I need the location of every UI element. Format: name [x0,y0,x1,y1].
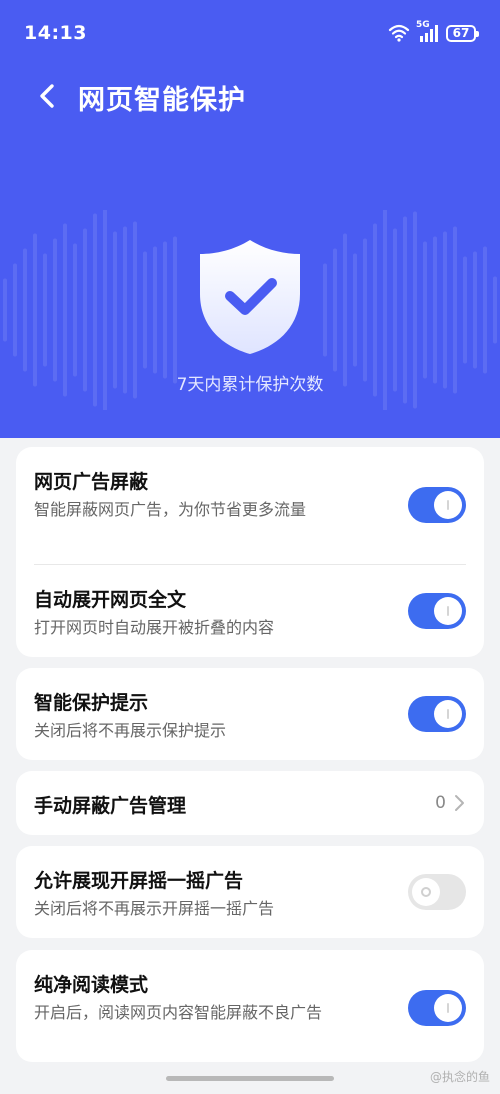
protection-count-caption: 7天内累计保护次数 [176,375,324,395]
back-button[interactable] [30,76,70,116]
settings-card-ads: 网页广告屏蔽 智能屏蔽网页广告，为你节省更多流量 自动展开网页全文 打开网页时自… [16,447,484,657]
setting-description: 开启后，阅读网页内容智能屏蔽不良广告 [34,1003,323,1022]
wifi-icon [388,24,410,42]
status-time: 14:13 [24,22,87,44]
setting-title: 自动展开网页全文 [34,589,187,611]
nav-bar: 网页智能保护 [0,70,500,120]
settings-card-pure-read: 纯净阅读模式 开启后，阅读网页内容智能屏蔽不良广告 [16,950,484,1062]
setting-title: 手动屏蔽广告管理 [34,795,187,817]
setting-row-ad-block[interactable]: 网页广告屏蔽 智能屏蔽网页广告，为你节省更多流量 [16,447,484,565]
watermark: @执念的鱼 [429,1070,490,1084]
setting-description: 关闭后将不再展示保护提示 [34,721,227,740]
setting-row-auto-expand[interactable]: 自动展开网页全文 打开网页时自动展开被折叠的内容 [16,565,484,657]
home-indicator[interactable] [166,1076,334,1081]
shield-check-icon [200,240,300,354]
settings-card-protect-tip: 智能保护提示 关闭后将不再展示保护提示 [16,668,484,760]
setting-row-pure-read[interactable]: 纯净阅读模式 开启后，阅读网页内容智能屏蔽不良广告 [16,950,484,1062]
setting-row-shake-ads[interactable]: 允许展现开屏摇一摇广告 关闭后将不再展示开屏摇一摇广告 [16,846,484,938]
settings-card-shake-ads: 允许展现开屏摇一摇广告 关闭后将不再展示开屏摇一摇广告 [16,846,484,938]
battery-icon: 67 [446,24,479,42]
setting-title: 允许展现开屏摇一摇广告 [34,870,244,892]
ad-block-toggle[interactable] [408,487,466,523]
pure-read-toggle[interactable] [408,990,466,1026]
battery-level: 67 [452,26,470,40]
setting-description: 关闭后将不再展示开屏摇一摇广告 [34,899,275,918]
signal-icon: 5G [416,20,440,43]
toggle-knob [434,700,462,728]
page-title: 网页智能保护 [78,85,246,116]
protect-tip-toggle[interactable] [408,696,466,732]
setting-title: 纯净阅读模式 [34,974,149,996]
toggle-knob [434,491,462,519]
toggle-knob [434,597,462,625]
setting-row-protect-tip[interactable]: 智能保护提示 关闭后将不再展示保护提示 [16,668,484,760]
setting-description: 智能屏蔽网页广告，为你节省更多流量 [34,500,307,519]
chevron-left-icon [40,84,54,108]
hero-header: 14:13 5G 67 网页智能保护 7天内累计保护次数 [0,0,500,438]
auto-expand-toggle[interactable] [408,593,466,629]
chevron-right-icon [455,795,464,811]
settings-card-manual-block[interactable]: 手动屏蔽广告管理 0 [16,771,484,835]
setting-title: 网页广告屏蔽 [34,471,149,493]
status-bar: 14:13 5G 67 [0,0,500,66]
toggle-knob [434,994,462,1022]
toggle-knob [412,878,440,906]
status-icons: 5G 67 [388,20,479,44]
setting-description: 打开网页时自动展开被折叠的内容 [34,618,275,637]
shake-ads-toggle[interactable] [408,874,466,910]
blocked-count: 0 [435,793,446,813]
setting-title: 智能保护提示 [34,692,149,714]
